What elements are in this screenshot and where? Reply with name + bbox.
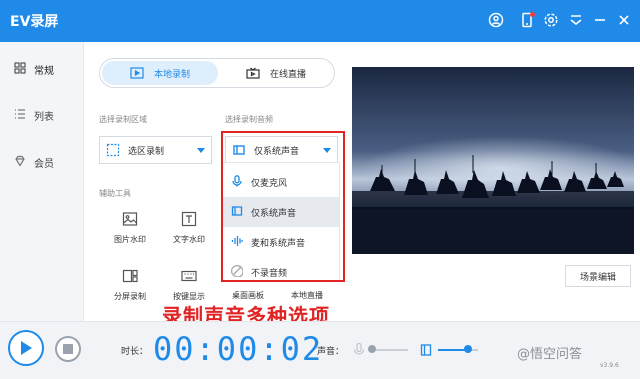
battle-scene-image [352,67,634,254]
live-stream-label: 在线直播 [269,69,306,80]
region-select-icon [106,143,120,157]
live-stream-button[interactable]: 在线直播 [218,61,334,85]
video-icon [130,67,144,79]
speaker-icon [420,344,432,356]
mute-icon [231,265,245,279]
volume-label: 声音： [317,347,345,357]
list-icon [14,108,28,122]
tools-section-label: 辅助工具 [99,189,131,198]
tool-text-watermark[interactable]: 文字水印 [159,210,219,250]
duration-timer: 00:00:02 [153,330,324,368]
sound-wave-icon [231,235,245,249]
audio-option-label: 不录音频 [251,268,288,279]
tool-label: 分屏录制 [114,292,146,301]
close-icon[interactable] [615,11,633,29]
app-title: EV录屏 [10,14,59,30]
stop-icon [63,344,73,354]
minimize-icon[interactable] [591,11,609,29]
text-icon [179,210,199,228]
sidebar-item-label: 常规 [34,65,54,77]
version-label: v3.9.6 [600,362,619,369]
diamond-icon [14,155,28,169]
audio-select-value: 仅系统声音 [254,146,300,157]
title-bar: EV录屏 [0,0,640,42]
sidebar-item-general[interactable]: 常规 [14,59,78,79]
mic-volume-knob[interactable] [368,345,376,353]
audio-dropdown: 仅麦克风 仅系统声音 麦和系统声音 不录音频 [222,162,340,281]
sidebar-item-label: 列表 [34,111,54,123]
mic-volume-slider[interactable] [372,349,408,351]
audio-option-mic-and-system[interactable]: 麦和系统声音 [223,227,339,257]
system-volume-knob[interactable] [464,345,472,353]
sidebar-item-list[interactable]: 列表 [14,105,78,125]
preview-image [352,67,634,254]
sidebar: 常规 列表 会员 [0,42,84,321]
sidebar-item-label: 会员 [34,158,54,170]
mic-icon [231,175,245,189]
tool-label: 文字水印 [173,235,205,244]
scene-edit-button[interactable]: 场景编辑 [565,265,631,287]
record-mode-toggle: 本地录制 在线直播 [99,58,335,88]
local-record-label: 本地录制 [153,69,190,80]
keyboard-icon [179,267,199,285]
audio-option-mic-only[interactable]: 仅麦克风 [223,167,339,197]
chevron-down-icon [197,148,205,153]
audio-section-label: 选择录制音频 [225,115,273,124]
settings-icon[interactable] [542,11,560,29]
audio-option-label: 仅麦克风 [251,178,288,189]
audio-option-system-only[interactable]: 仅系统声音 [223,197,339,227]
chevron-down-icon [323,148,331,153]
menu-icon[interactable] [567,11,585,29]
watermark-text: @悟空问答 [517,347,583,362]
notification-dot [530,12,535,17]
region-select-value: 选区录制 [128,146,165,157]
play-button[interactable] [8,330,44,366]
tv-icon [246,67,260,79]
sidebar-item-member[interactable]: 会员 [14,152,78,172]
audio-select[interactable]: 仅系统声音 [225,136,338,164]
mic-icon [353,343,365,355]
stop-button[interactable] [55,336,81,362]
tool-label: 图片水印 [114,235,146,244]
region-select[interactable]: 选区录制 [99,136,212,164]
split-screen-icon [120,267,140,285]
speaker-icon [232,143,246,157]
region-section-label: 选择录制区域 [99,115,147,124]
grid-icon [14,62,28,76]
audio-option-none[interactable]: 不录音频 [223,257,339,287]
local-record-button[interactable]: 本地录制 [102,61,218,85]
tool-split-screen[interactable]: 分屏录制 [100,267,160,307]
audio-option-label: 仅系统声音 [251,208,297,219]
play-icon [21,341,32,355]
audio-option-label: 麦和系统声音 [251,238,306,249]
duration-label: 时长： [121,347,149,357]
system-volume-slider[interactable] [438,349,478,351]
speaker-icon [231,205,245,219]
image-icon [120,210,140,228]
tool-image-watermark[interactable]: 图片水印 [100,210,160,250]
user-icon[interactable] [487,11,505,29]
phone-icon[interactable] [518,11,536,29]
